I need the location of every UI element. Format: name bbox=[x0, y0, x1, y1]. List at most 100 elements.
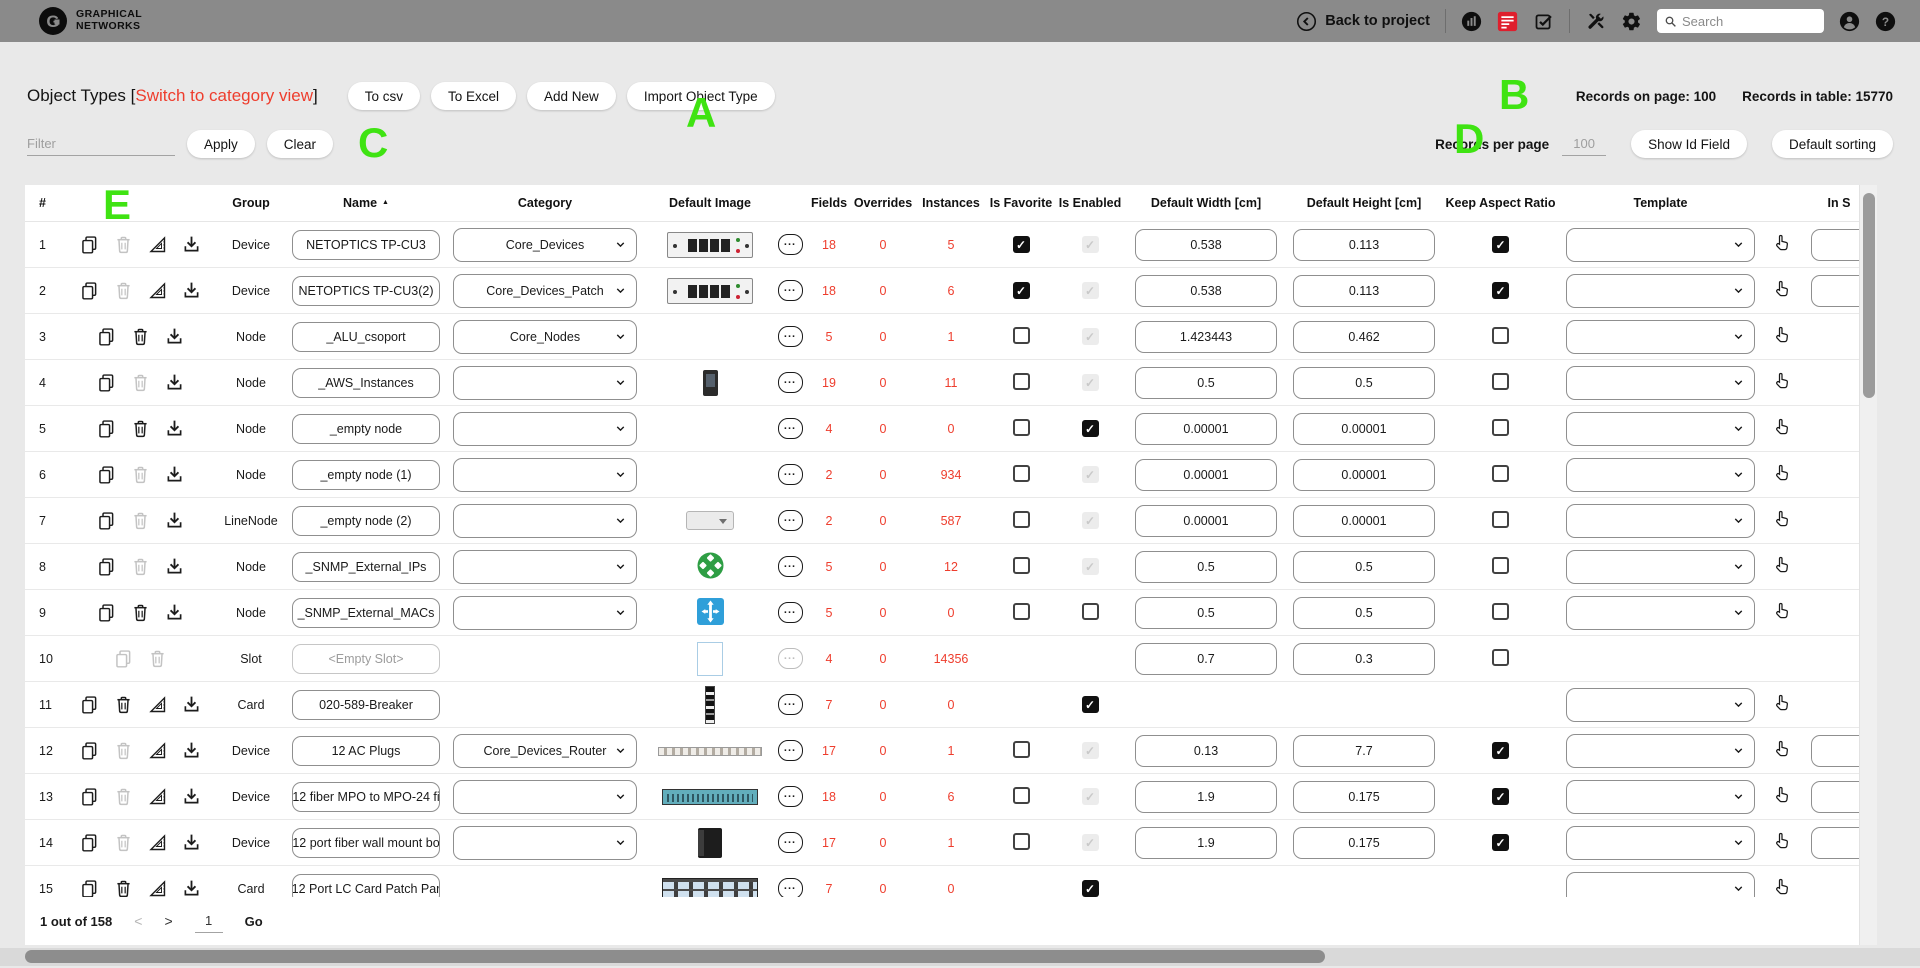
download-icon[interactable] bbox=[181, 740, 202, 761]
download-icon[interactable] bbox=[181, 878, 202, 897]
fields-count-link[interactable]: 4 bbox=[805, 422, 853, 436]
copy-icon[interactable] bbox=[96, 326, 117, 347]
fields-count-link[interactable]: 7 bbox=[805, 698, 853, 712]
checkbox-checked[interactable]: ✓ bbox=[1492, 834, 1509, 851]
overrides-count-link[interactable]: 0 bbox=[853, 652, 913, 666]
name-input[interactable]: NETOPTICS TP-CU3(2) bbox=[292, 276, 440, 306]
template-select[interactable] bbox=[1566, 688, 1755, 722]
switch-to-category-view-link[interactable]: Switch to category view bbox=[135, 86, 313, 105]
header-is-enabled[interactable]: Is Enabled bbox=[1053, 196, 1127, 210]
checkbox-unchecked[interactable] bbox=[1013, 327, 1030, 344]
checkbox-unchecked[interactable] bbox=[1492, 649, 1509, 666]
instances-count-link[interactable]: 587 bbox=[913, 514, 989, 528]
category-select[interactable] bbox=[453, 458, 637, 492]
download-icon[interactable] bbox=[181, 280, 202, 301]
fields-count-link[interactable]: 7 bbox=[805, 882, 853, 896]
default-height-input[interactable]: 0.113 bbox=[1293, 229, 1435, 261]
checkbox-unchecked[interactable] bbox=[1013, 603, 1030, 620]
image-picker-button[interactable]: ... bbox=[778, 234, 803, 255]
apply-button[interactable]: Apply bbox=[187, 130, 255, 158]
overrides-count-link[interactable]: 0 bbox=[853, 514, 913, 528]
category-select[interactable] bbox=[453, 826, 637, 860]
download-icon[interactable] bbox=[164, 326, 185, 347]
instances-count-link[interactable]: 934 bbox=[913, 468, 989, 482]
hand-pointer-icon[interactable] bbox=[1772, 739, 1792, 759]
default-width-input[interactable]: 0.5 bbox=[1135, 367, 1277, 399]
fields-count-link[interactable]: 5 bbox=[805, 560, 853, 574]
user-account-icon[interactable] bbox=[1839, 11, 1860, 32]
download-icon[interactable] bbox=[164, 602, 185, 623]
template-select[interactable] bbox=[1566, 596, 1755, 630]
image-picker-button[interactable]: ... bbox=[778, 832, 803, 853]
checkbox-unchecked[interactable] bbox=[1013, 833, 1030, 850]
default-height-input[interactable]: 0.175 bbox=[1293, 827, 1435, 859]
header-category[interactable]: Category bbox=[445, 196, 645, 210]
default-height-input[interactable]: 0.00001 bbox=[1293, 413, 1435, 445]
copy-icon[interactable] bbox=[96, 464, 117, 485]
fields-count-link[interactable]: 17 bbox=[805, 744, 853, 758]
instances-count-link[interactable]: 11 bbox=[913, 376, 989, 390]
category-select[interactable] bbox=[453, 504, 637, 538]
hand-pointer-icon[interactable] bbox=[1772, 279, 1792, 299]
overrides-count-link[interactable]: 0 bbox=[853, 836, 913, 850]
name-input[interactable]: _ALU_csoport bbox=[292, 322, 440, 352]
back-to-project-button[interactable]: Back to project bbox=[1296, 11, 1430, 32]
download-icon[interactable] bbox=[164, 372, 185, 393]
fields-count-link[interactable]: 2 bbox=[805, 514, 853, 528]
download-icon[interactable] bbox=[181, 832, 202, 853]
template-select[interactable] bbox=[1566, 412, 1755, 446]
instances-count-link[interactable]: 14356 bbox=[913, 652, 989, 666]
checkbox-checked[interactable]: ✓ bbox=[1082, 880, 1099, 897]
default-height-input[interactable]: 0.175 bbox=[1293, 781, 1435, 813]
trash-icon[interactable] bbox=[130, 602, 151, 623]
copy-icon[interactable] bbox=[96, 510, 117, 531]
show-id-field-button[interactable]: Show Id Field bbox=[1631, 130, 1747, 158]
hand-pointer-icon[interactable] bbox=[1772, 601, 1792, 621]
download-icon[interactable] bbox=[164, 510, 185, 531]
name-input[interactable]: 12 fiber MPO to MPO-24 fi bbox=[292, 782, 440, 812]
checkbox-checked[interactable]: ✓ bbox=[1492, 236, 1509, 253]
copy-icon[interactable] bbox=[79, 740, 100, 761]
download-icon[interactable] bbox=[181, 786, 202, 807]
fields-count-link[interactable]: 4 bbox=[805, 652, 853, 666]
default-width-input[interactable]: 0.00001 bbox=[1135, 505, 1277, 537]
overrides-count-link[interactable]: 0 bbox=[853, 238, 913, 252]
checkbox-unchecked[interactable] bbox=[1492, 511, 1509, 528]
setsquare-icon[interactable] bbox=[147, 740, 168, 761]
help-icon[interactable]: ? bbox=[1875, 11, 1896, 32]
instances-count-link[interactable]: 1 bbox=[913, 330, 989, 344]
name-input[interactable]: _SNMP_External_MACs bbox=[292, 598, 440, 628]
template-select[interactable] bbox=[1566, 826, 1755, 860]
checkbox-unchecked[interactable] bbox=[1013, 419, 1030, 436]
default-height-input[interactable]: 7.7 bbox=[1293, 735, 1435, 767]
overrides-count-link[interactable]: 0 bbox=[853, 882, 913, 896]
name-input[interactable]: 12 AC Plugs bbox=[292, 736, 440, 766]
fields-count-link[interactable]: 18 bbox=[805, 284, 853, 298]
header-keep-aspect-ratio[interactable]: Keep Aspect Ratio bbox=[1443, 196, 1558, 210]
instances-count-link[interactable]: 5 bbox=[913, 238, 989, 252]
copy-icon[interactable] bbox=[96, 418, 117, 439]
default-height-input[interactable]: 0.5 bbox=[1293, 367, 1435, 399]
page-number-input[interactable] bbox=[195, 909, 223, 933]
image-picker-button[interactable]: ... bbox=[778, 556, 803, 577]
instances-count-link[interactable]: 12 bbox=[913, 560, 989, 574]
go-button[interactable]: Go bbox=[245, 914, 263, 929]
fields-count-link[interactable]: 18 bbox=[805, 238, 853, 252]
category-select[interactable] bbox=[453, 550, 637, 584]
header-instances[interactable]: Instances bbox=[913, 196, 989, 210]
template-select[interactable] bbox=[1566, 550, 1755, 584]
category-select[interactable]: Core_Devices_Patch bbox=[453, 274, 637, 308]
header-default-width[interactable]: Default Width [cm] bbox=[1127, 196, 1285, 210]
checkbox-checked[interactable]: ✓ bbox=[1013, 282, 1030, 299]
checkbox-checked[interactable]: ✓ bbox=[1492, 282, 1509, 299]
checkbox-checked[interactable]: ✓ bbox=[1082, 696, 1099, 713]
template-select[interactable] bbox=[1566, 504, 1755, 538]
default-width-input[interactable]: 0.538 bbox=[1135, 229, 1277, 261]
template-select[interactable] bbox=[1566, 780, 1755, 814]
checkbox-checked[interactable]: ✓ bbox=[1492, 742, 1509, 759]
header-group[interactable]: Group bbox=[215, 196, 287, 210]
checkbox-unchecked[interactable] bbox=[1013, 741, 1030, 758]
default-height-input[interactable]: 0.3 bbox=[1293, 643, 1435, 675]
trash-icon[interactable] bbox=[113, 694, 134, 715]
instances-count-link[interactable]: 0 bbox=[913, 422, 989, 436]
